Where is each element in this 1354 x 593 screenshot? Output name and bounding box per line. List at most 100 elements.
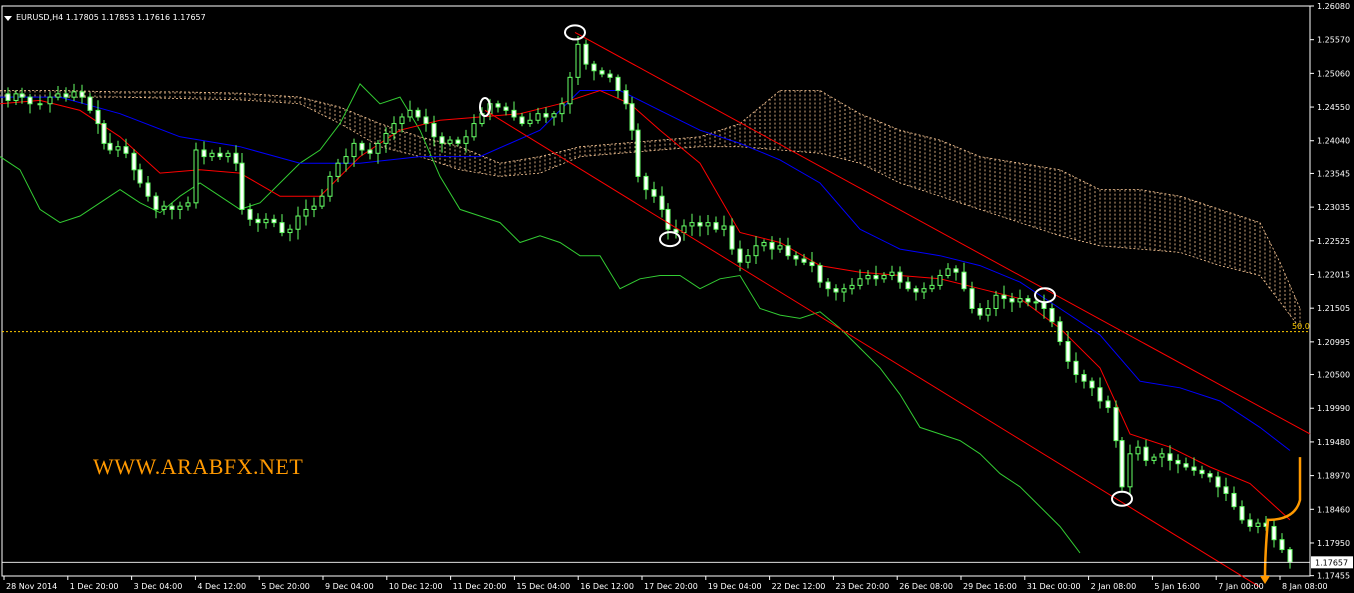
candle: [889, 265, 895, 281]
candle-body-bear: [1081, 374, 1087, 382]
x-tick-label: 17 Dec 20:00: [644, 582, 698, 591]
candle-body-bull: [985, 308, 991, 316]
candle: [977, 303, 983, 320]
candle: [769, 236, 775, 260]
y-tick-label: 1.18970: [1317, 472, 1350, 481]
candle-body-bull: [567, 76, 573, 105]
marker-ellipse: [1111, 490, 1133, 507]
candle-body-bear: [95, 109, 101, 125]
candle: [953, 265, 959, 281]
candle-body-bear: [1287, 549, 1293, 563]
x-tick-label: 10 Dec 12:00: [389, 582, 443, 591]
candle: [599, 67, 605, 78]
candle-body-bear: [1207, 473, 1213, 478]
candle: [1073, 352, 1079, 383]
candle: [705, 214, 711, 236]
candle: [471, 114, 477, 141]
y-tick-label: 1.19480: [1317, 438, 1350, 447]
candle-body-bear: [961, 271, 967, 290]
candle-body-bear: [201, 149, 207, 158]
candle-body-bull: [327, 175, 333, 197]
candle: [841, 283, 847, 302]
candle-body-bear: [607, 73, 613, 78]
candle: [793, 251, 799, 266]
candle: [137, 163, 143, 188]
candle-body-bull: [937, 274, 943, 286]
candle: [153, 192, 159, 219]
y-tick-label: 1.21505: [1317, 304, 1350, 313]
candle-body-bear: [1025, 298, 1031, 303]
candle: [423, 108, 429, 132]
candle-body-bull: [1159, 453, 1165, 458]
candle: [665, 203, 671, 240]
candle: [177, 201, 183, 220]
y-tick-label: 1.22525: [1317, 237, 1350, 246]
candle: [1215, 471, 1221, 498]
candle: [833, 284, 839, 301]
candle-body-bear: [659, 195, 665, 210]
candle-body-bear: [737, 248, 743, 263]
candle: [1287, 546, 1293, 569]
candle: [239, 152, 245, 215]
candle: [311, 197, 317, 218]
y-tick-label: 1.24040: [1317, 137, 1350, 146]
x-tick-label: 3 Dec 04:00: [134, 582, 183, 591]
candle-body-bear: [87, 96, 93, 111]
candle-body-bear: [1247, 519, 1253, 527]
x-tick-label: 29 Dec 16:00: [963, 582, 1017, 591]
candle-body-bear: [255, 218, 261, 224]
candle-body-bear: [131, 152, 137, 171]
candle-body-bear: [367, 149, 373, 154]
chart-window[interactable]: 1.26080 1.25570 1.25060 1.24550 1.24040 1.235…: [0, 0, 1354, 593]
chikou-span-line: [0, 83, 1081, 554]
symbol-dropdown-icon[interactable]: [4, 16, 12, 21]
candle: [287, 224, 293, 242]
candle: [961, 262, 967, 292]
candle: [131, 149, 137, 181]
candle: [1231, 486, 1237, 510]
candle-body-bear: [511, 109, 517, 118]
candle-body-bear: [1175, 459, 1181, 465]
candle-body-bear: [27, 96, 33, 105]
candle: [583, 39, 589, 70]
candle-body-bear: [271, 218, 277, 224]
candle: [559, 97, 565, 123]
candle: [375, 140, 381, 164]
chart-svg[interactable]: 1.26080 1.25570 1.25060 1.24550 1.24040 1.235…: [0, 0, 1354, 593]
candle-body-bear: [785, 245, 791, 257]
x-tick-label: 7 Jan 00:00: [1218, 582, 1264, 591]
candle-body-bear: [599, 70, 605, 75]
candle: [1183, 457, 1189, 471]
candle: [591, 60, 597, 81]
candle: [439, 132, 445, 153]
candle: [785, 237, 791, 260]
marker-ellipse: [659, 231, 681, 248]
candle: [659, 186, 665, 218]
x-tick-label: 5 Jan 16:00: [1154, 582, 1200, 591]
candle-body-bear: [817, 265, 823, 283]
candle: [567, 72, 573, 114]
candle: [607, 69, 613, 83]
candle: [1113, 400, 1119, 448]
candle-body-bear: [1089, 380, 1095, 389]
candle-body-bull: [1127, 453, 1133, 488]
candle: [1057, 316, 1063, 346]
candle-body-bull: [447, 139, 453, 144]
candle-body-bear: [1191, 466, 1197, 471]
candle-body-bull: [185, 202, 191, 207]
candle-body-bull: [263, 218, 269, 224]
candle: [37, 96, 43, 110]
candle: [721, 215, 727, 237]
candle: [391, 116, 397, 140]
candle: [1167, 445, 1173, 471]
candle-body-bull: [351, 142, 357, 158]
candle-body-bear: [19, 93, 25, 98]
candle: [729, 218, 735, 255]
candle-body-bear: [1183, 463, 1189, 468]
candle: [761, 239, 767, 252]
candle: [535, 107, 541, 124]
candle-body-bear: [247, 208, 253, 220]
candle: [697, 215, 703, 237]
candle: [689, 213, 695, 236]
candle-body-bear: [1073, 360, 1079, 376]
